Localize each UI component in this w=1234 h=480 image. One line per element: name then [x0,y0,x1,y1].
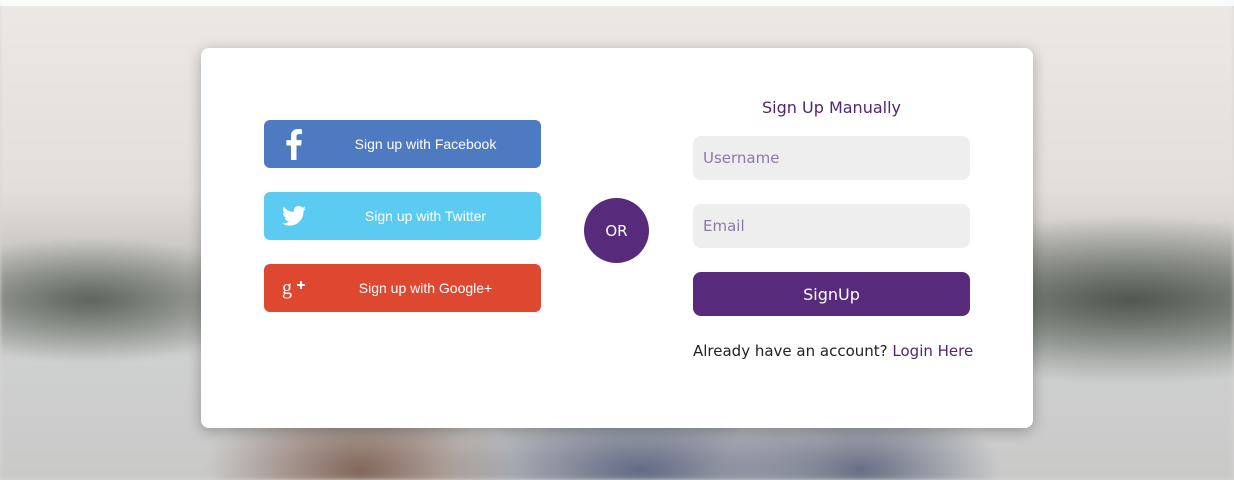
twitter-icon [278,192,310,240]
signup-submit-button[interactable]: SignUp [693,272,970,316]
login-prompt-text: Already have an account? [693,342,888,360]
twitter-signup-label: Sign up with Twitter [364,208,487,224]
login-prompt-line: Already have an account? Login Here [693,342,993,364]
facebook-signup-label: Sign up with Facebook [354,136,497,152]
facebook-signup-button[interactable]: Sign up with Facebook [264,120,541,168]
google-signup-button[interactable]: g Sign up with Google+ [264,264,541,312]
facebook-icon [278,120,310,168]
background-top-band [0,0,1234,6]
or-divider: OR [584,198,649,263]
svg-text:g: g [282,277,292,299]
email-input[interactable] [693,204,970,248]
signup-card: Sign up with Facebook Sign up with Twitt… [201,48,1033,428]
or-label: OR [605,221,628,240]
username-input[interactable] [693,136,970,180]
google-signup-label: Sign up with Google+ [358,280,493,296]
google-plus-icon: g [278,264,310,312]
manual-signup-title: Sign Up Manually [762,98,901,117]
twitter-signup-button[interactable]: Sign up with Twitter [264,192,541,240]
login-link[interactable]: Login Here [892,342,973,360]
